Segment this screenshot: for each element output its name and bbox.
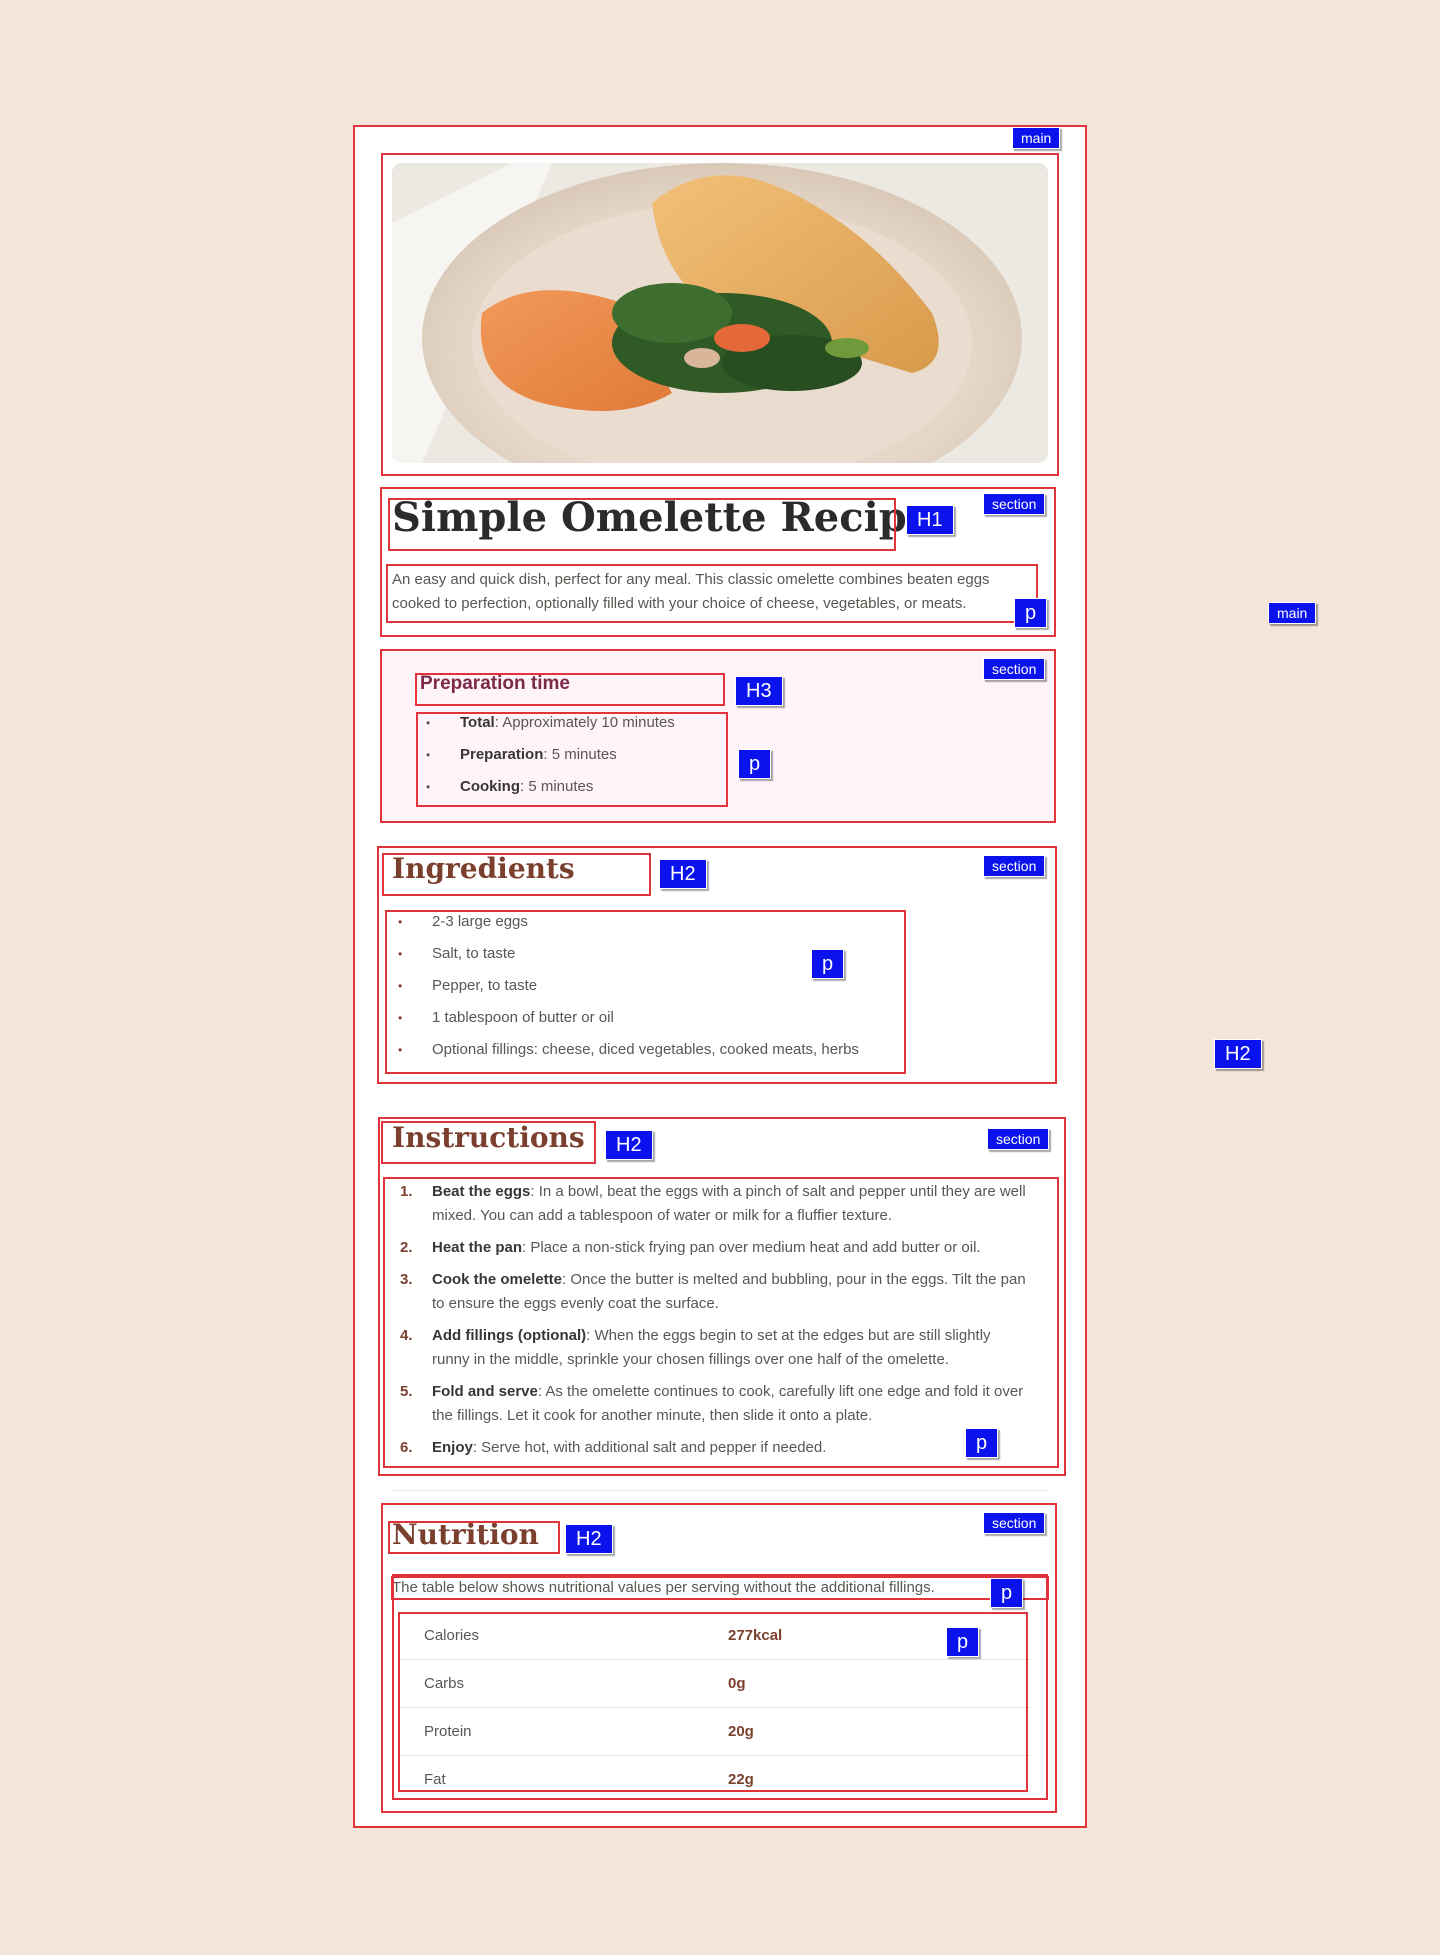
tag-p: p: [990, 1578, 1024, 1608]
annotation-box-intro: [386, 564, 1038, 623]
tag-p: p: [811, 949, 845, 979]
tag-h2-outer: H2: [1214, 1039, 1262, 1069]
tag-p: p: [738, 749, 772, 779]
tag-h1: H1: [906, 505, 954, 535]
tag-h2: H2: [659, 859, 707, 889]
section-divider: [392, 1490, 1048, 1491]
tag-p: p: [946, 1627, 980, 1657]
tag-section: section: [983, 855, 1046, 877]
tag-h2: H2: [605, 1130, 653, 1160]
annotation-box-h1: [388, 498, 896, 551]
tag-section: section: [983, 658, 1046, 680]
annotation-box-hero: [381, 153, 1059, 476]
tag-h3: H3: [735, 676, 783, 706]
tag-section: section: [983, 493, 1046, 515]
annotation-box-nutrition-table: [398, 1612, 1028, 1792]
tag-section: section: [987, 1128, 1050, 1150]
annotation-box-ingredients-list: [385, 910, 906, 1074]
tag-h2: H2: [565, 1524, 613, 1554]
annotation-box-nutrition-heading: [388, 1521, 560, 1554]
tag-p: p: [965, 1428, 999, 1458]
annotation-box-ingredients-heading: [382, 853, 651, 896]
annotation-box-h3: [415, 673, 725, 706]
tag-section: section: [983, 1512, 1046, 1534]
annotation-box-instructions-heading: [381, 1121, 596, 1164]
tag-main-outer: main: [1268, 602, 1317, 624]
annotation-box-instructions-list: [383, 1177, 1059, 1468]
tag-main: main: [1012, 127, 1061, 149]
annotation-box-prep-list: [416, 712, 728, 807]
tag-p: p: [1014, 598, 1048, 628]
